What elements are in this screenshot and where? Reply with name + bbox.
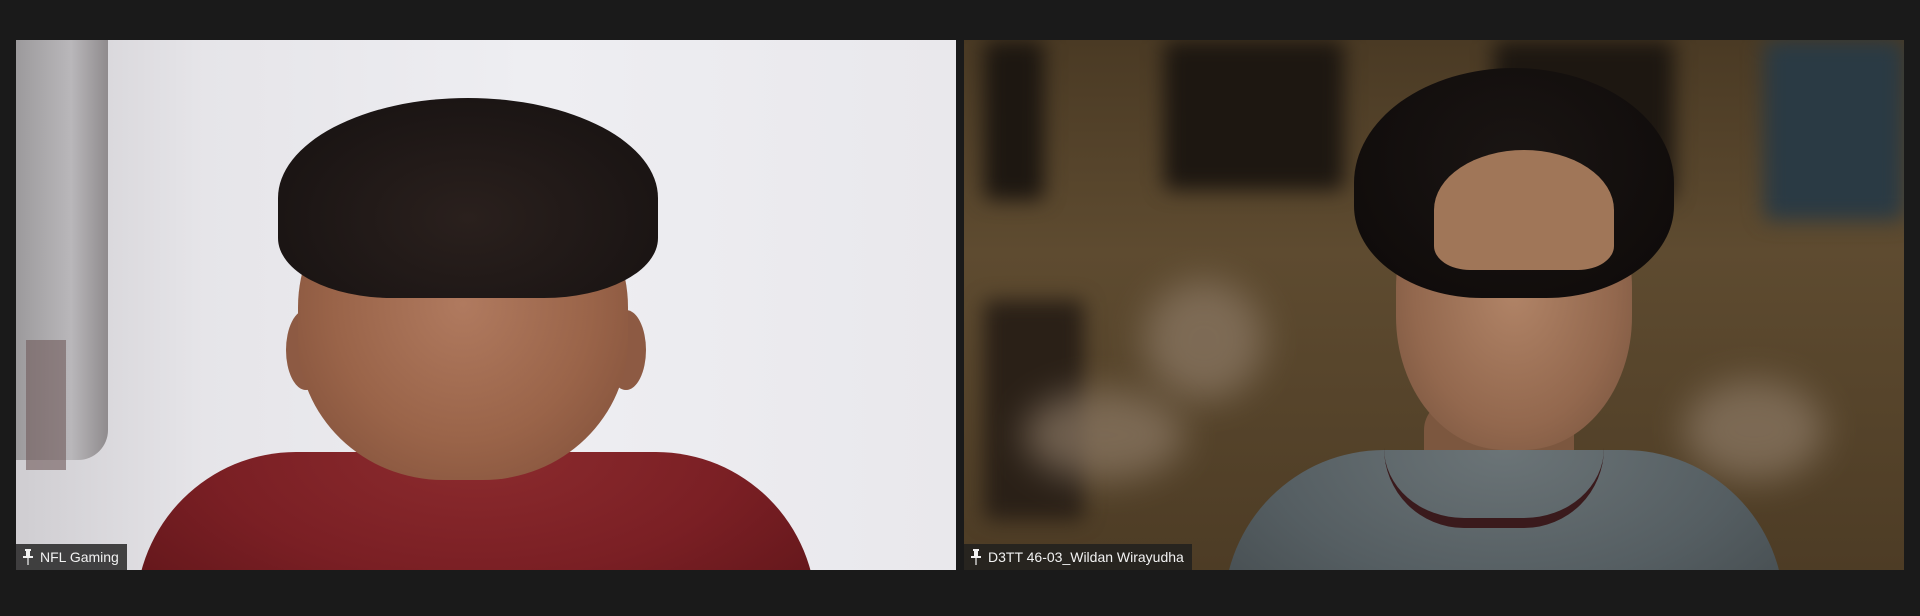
background-cabinet-panel xyxy=(984,40,1044,200)
participant-name: NFL Gaming xyxy=(40,549,119,565)
video-feed xyxy=(964,40,1904,570)
participant-video-tile[interactable]: D3TT 46-03_Wildan Wirayudha xyxy=(964,40,1904,570)
background-blur-light xyxy=(1684,380,1824,480)
participant-name-tag: NFL Gaming xyxy=(16,544,127,570)
pin-icon[interactable] xyxy=(970,549,982,565)
participant-forehead xyxy=(1434,150,1614,270)
background-blur-light xyxy=(1024,390,1184,480)
participant-name-tag: D3TT 46-03_Wildan Wirayudha xyxy=(964,544,1192,570)
background-blur-light xyxy=(1144,280,1264,400)
video-feed xyxy=(16,40,956,570)
video-gallery: NFL Gaming D3TT 46-03_Wildan Wirayudha xyxy=(0,0,1920,616)
pin-icon[interactable] xyxy=(22,549,34,565)
background-cabinet-panel xyxy=(1764,40,1904,220)
participant-hair xyxy=(278,98,658,298)
participant-name: D3TT 46-03_Wildan Wirayudha xyxy=(988,549,1184,565)
participant-video-tile[interactable]: NFL Gaming xyxy=(16,40,956,570)
background-cabinet-panel xyxy=(1164,40,1344,190)
background-towel-shadow xyxy=(26,340,66,470)
